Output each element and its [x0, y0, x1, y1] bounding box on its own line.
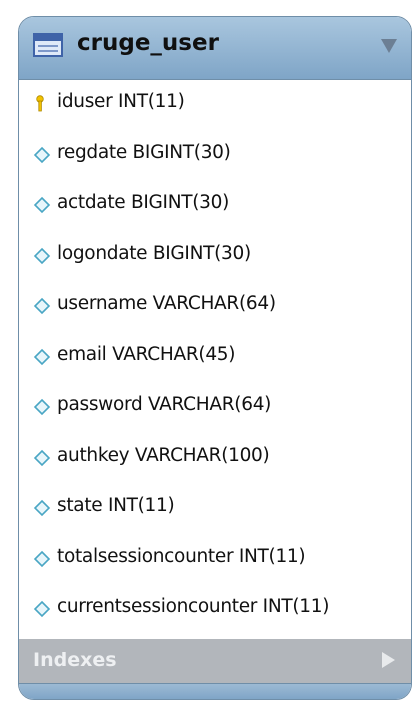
- column-row[interactable]: logondate BIGINT(30): [19, 231, 411, 282]
- column-row[interactable]: iduser INT(11): [19, 79, 411, 130]
- column-diamond-icon: [33, 247, 51, 269]
- column-diamond-icon: [33, 146, 51, 168]
- table-title: cruge_user: [77, 30, 219, 56]
- column-row[interactable]: actdate BIGINT(30): [19, 180, 411, 231]
- column-row[interactable]: authkey VARCHAR(100): [19, 433, 411, 484]
- column-label: state INT(11): [57, 495, 175, 516]
- column-label: currentsessioncounter INT(11): [57, 596, 330, 617]
- column-diamond-icon: [33, 449, 51, 471]
- column-label: iduser INT(11): [57, 91, 185, 112]
- column-diamond-icon: [33, 348, 51, 370]
- table-icon: [33, 33, 63, 57]
- column-diamond-icon: [33, 600, 51, 622]
- expand-arrow-icon[interactable]: [382, 652, 395, 668]
- column-row[interactable]: state INT(11): [19, 483, 411, 534]
- column-list: iduser INT(11) regdate BIGINT(30) actdate …: [19, 79, 411, 635]
- primary-key-icon: [33, 95, 51, 117]
- table-header[interactable]: cruge_user: [19, 17, 411, 80]
- collapse-arrow-icon[interactable]: [381, 39, 397, 53]
- column-label: logondate BIGINT(30): [57, 242, 251, 264]
- table-footer: [19, 683, 411, 699]
- column-row[interactable]: totalsessioncounter INT(11): [19, 534, 411, 585]
- column-label: regdate BIGINT(30): [57, 141, 231, 163]
- table-card-cruge-user[interactable]: cruge_user iduser INT(11) regdate BIGINT(…: [18, 16, 412, 700]
- column-diamond-icon: [33, 499, 51, 521]
- column-diamond-icon: [33, 196, 51, 218]
- column-label: actdate BIGINT(30): [57, 192, 230, 213]
- indexes-section[interactable]: Indexes: [19, 639, 411, 683]
- column-row[interactable]: currentsessioncounter INT(11): [19, 584, 411, 635]
- column-label: email VARCHAR(45): [57, 343, 236, 365]
- column-label: password VARCHAR(64): [57, 394, 272, 415]
- column-label: authkey VARCHAR(100): [57, 444, 270, 466]
- column-label: totalsessioncounter INT(11): [57, 545, 306, 567]
- column-diamond-icon: [33, 550, 51, 572]
- column-row[interactable]: email VARCHAR(45): [19, 332, 411, 383]
- column-row[interactable]: regdate BIGINT(30): [19, 130, 411, 181]
- indexes-label: Indexes: [33, 649, 117, 671]
- column-row[interactable]: username VARCHAR(64): [19, 281, 411, 332]
- column-label: username VARCHAR(64): [57, 293, 276, 314]
- column-diamond-icon: [33, 398, 51, 420]
- column-row[interactable]: password VARCHAR(64): [19, 382, 411, 433]
- column-diamond-icon: [33, 297, 51, 319]
